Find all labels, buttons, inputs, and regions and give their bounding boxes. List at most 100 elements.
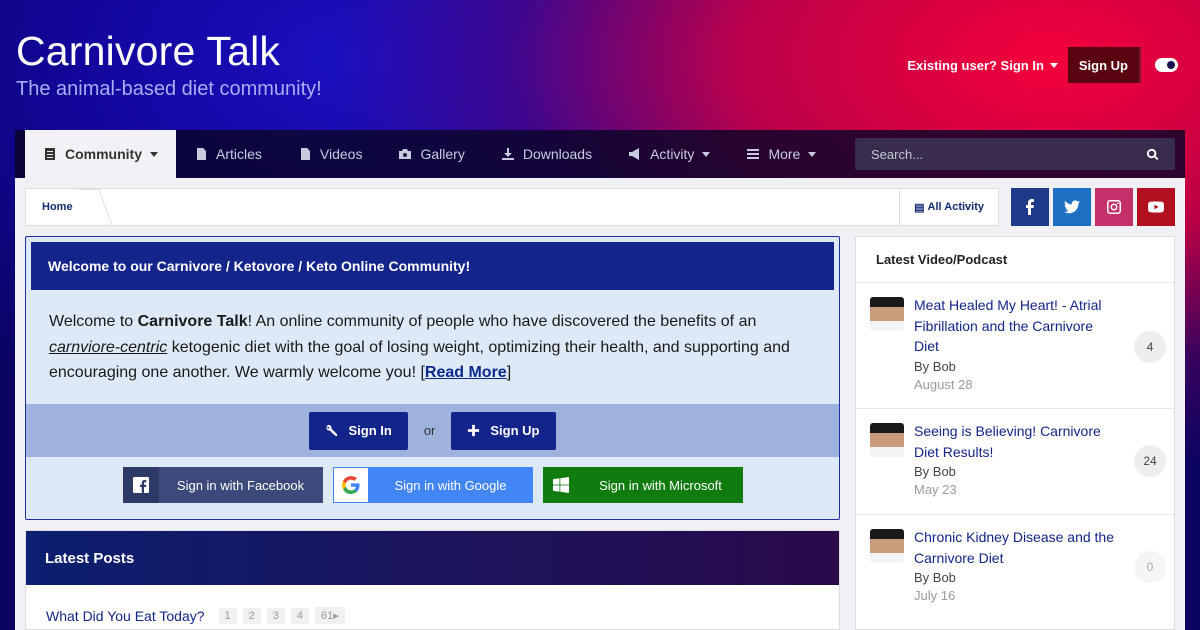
tab-community[interactable]: Community <box>25 130 176 178</box>
main-nav: Community Articles Videos Gallery Downlo… <box>15 130 1185 178</box>
welcome-sign-up-button[interactable]: Sign Up <box>451 411 556 450</box>
tab-videos[interactable]: Videos <box>280 130 381 178</box>
camera-icon <box>399 149 412 159</box>
all-activity-link[interactable]: ▤ All Activity <box>899 189 998 225</box>
search-icon[interactable] <box>1146 148 1159 161</box>
sign-up-label: Sign Up <box>490 423 540 438</box>
tab-label: Community <box>65 146 142 162</box>
facebook-icon <box>1026 199 1034 215</box>
windows-icon <box>543 467 579 503</box>
video-sidebar: Latest Video/Podcast Meat Healed My Hear… <box>855 236 1175 630</box>
tab-label: Videos <box>319 146 363 162</box>
microsoft-signin-button[interactable]: Sign in with Microsoft <box>542 467 743 503</box>
sidebar-title: Latest Video/Podcast <box>856 237 1174 283</box>
welcome-text: Welcome to Carnivore Talk! An online com… <box>49 309 819 386</box>
tab-gallery[interactable]: Gallery <box>380 130 482 178</box>
google-icon <box>332 467 369 503</box>
plus-icon <box>468 424 480 437</box>
page-link-3[interactable]: 3 <box>266 607 285 624</box>
sign-in-label: Sign In <box>348 423 392 438</box>
sign-in-label: Existing user? Sign In <box>907 57 1044 73</box>
caret-down-icon <box>702 151 711 157</box>
provider-label: Sign in with Microsoft <box>599 477 722 493</box>
welcome-brand: Carnivore Talk <box>137 313 248 330</box>
tab-label: Activity <box>650 146 695 162</box>
tab-downloads[interactable]: Downloads <box>483 130 610 178</box>
google-signin-button[interactable]: Sign in with Google <box>332 467 533 503</box>
avatar[interactable] <box>870 423 904 457</box>
welcome-text-4: ] <box>506 364 512 381</box>
all-activity-label: All Activity <box>927 201 984 213</box>
latest-posts-title: Latest Posts <box>26 531 839 585</box>
site-tagline: The animal-based diet community! <box>16 78 322 100</box>
video-title-link[interactable]: Chronic Kidney Disease and the Carnivore… <box>914 527 1114 568</box>
breadcrumb: Home ▤ All Activity <box>25 188 999 226</box>
or-label: or <box>423 423 436 438</box>
read-more-link[interactable]: Read More <box>425 364 507 381</box>
main-content: Home ▤ All Activity Welcome to our Carni… <box>15 178 1185 630</box>
video-file-icon <box>300 148 310 160</box>
twitter-button[interactable] <box>1053 188 1091 226</box>
site-title[interactable]: Carnivore Talk <box>16 28 280 75</box>
list-item: Chronic Kidney Disease and the Carnivore… <box>856 515 1174 621</box>
list-icon <box>45 148 55 160</box>
list-item: Meat Healed My Heart! - Atrial Fibrillat… <box>856 283 1174 409</box>
comment-count-badge: 24 <box>1134 445 1166 477</box>
page-last-label: 61 <box>321 610 334 622</box>
welcome-panel: Welcome to our Carnivore / Ketovore / Ke… <box>25 236 840 520</box>
welcome-text-1: Welcome to <box>49 313 138 330</box>
welcome-emphasis: carnviore-centric <box>49 338 168 356</box>
video-date: July 16 <box>914 588 956 603</box>
page-link-2[interactable]: 2 <box>242 607 261 624</box>
video-title-link[interactable]: Meat Healed My Heart! - Atrial Fibrillat… <box>914 295 1114 357</box>
latest-posts-panel: Latest Posts What Did You Eat Today? 1 2… <box>25 530 840 630</box>
key-icon <box>326 424 338 437</box>
sign-up-button[interactable]: Sign Up <box>1067 47 1141 83</box>
page-link-1[interactable]: 1 <box>218 607 237 624</box>
menu-icon <box>747 149 760 159</box>
provider-label: Sign in with Google <box>394 477 507 493</box>
welcome-text-2: ! An online community of people who have… <box>247 313 757 330</box>
welcome-sign-in-button[interactable]: Sign In <box>309 411 408 450</box>
page-link-last[interactable]: 61▸ <box>315 607 345 624</box>
tab-label: More <box>768 146 801 162</box>
theme-toggle[interactable] <box>1155 58 1178 72</box>
tab-activity[interactable]: Activity <box>610 130 728 178</box>
tab-more[interactable]: More <box>728 130 834 178</box>
caret-down-icon <box>150 151 158 157</box>
facebook-button[interactable] <box>1011 188 1049 226</box>
sign-in-link[interactable]: Existing user? Sign In <box>907 58 1058 73</box>
provider-label: Sign in with Facebook <box>176 477 305 493</box>
avatar[interactable] <box>870 297 904 331</box>
tab-articles[interactable]: Articles <box>176 130 280 178</box>
comment-count-badge: 0 <box>1134 551 1166 583</box>
comment-count-badge: 4 <box>1134 331 1166 363</box>
video-title-link[interactable]: Seeing is Believing! Carnivore Diet Resu… <box>914 421 1114 462</box>
topic-title-link[interactable]: What Did You Eat Today? <box>46 608 205 624</box>
tab-label: Downloads <box>522 146 593 162</box>
youtube-icon <box>1148 201 1164 213</box>
twitter-icon <box>1064 200 1080 214</box>
search-input[interactable]: Search... <box>855 138 1175 170</box>
chevron-right-icon: ▸ <box>333 610 339 622</box>
avatar[interactable] <box>870 529 904 563</box>
facebook-signin-button[interactable]: Sign in with Facebook <box>122 467 323 503</box>
tab-label: Gallery <box>420 146 465 162</box>
youtube-button[interactable] <box>1137 188 1175 226</box>
caret-down-icon <box>1049 62 1058 68</box>
tab-label: Articles <box>216 146 262 162</box>
auth-row: Sign In or Sign Up <box>26 404 839 457</box>
video-date: August 28 <box>914 376 973 392</box>
instagram-button[interactable] <box>1095 188 1133 226</box>
site-header: Carnivore Talk The animal-based diet com… <box>0 0 1200 130</box>
welcome-title: Welcome to our Carnivore / Ketovore / Ke… <box>31 242 834 290</box>
search-placeholder: Search... <box>871 146 924 162</box>
newspaper-icon: ▤ <box>914 201 925 214</box>
instagram-icon <box>1107 200 1121 214</box>
caret-down-icon <box>808 151 817 157</box>
page-link-4[interactable]: 4 <box>290 607 310 624</box>
video-date: May 23 <box>914 482 957 497</box>
article-icon <box>197 148 206 160</box>
breadcrumb-home[interactable]: Home <box>26 189 96 225</box>
download-icon <box>501 148 514 160</box>
